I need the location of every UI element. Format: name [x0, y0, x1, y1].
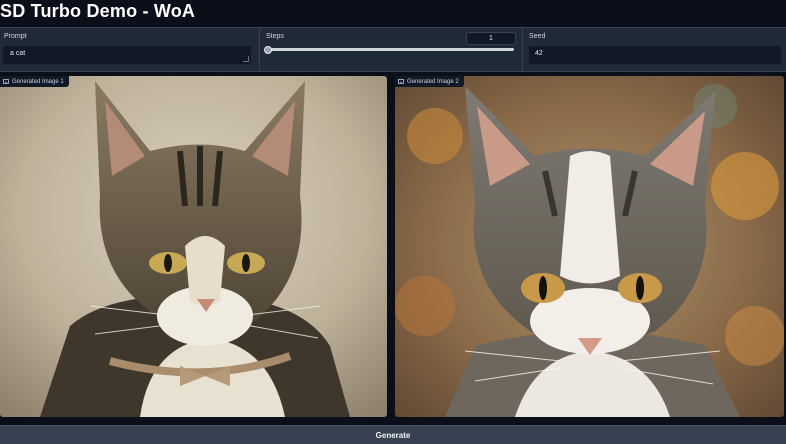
app-title: SD Turbo Demo - WoA: [0, 1, 196, 21]
generated-image-1: [0, 76, 387, 417]
generated-image-2: [395, 76, 784, 417]
steps-panel: Steps 1: [260, 28, 523, 71]
steps-number-input[interactable]: 1: [466, 32, 516, 45]
generated-image-1-label: Generated Image 1: [0, 76, 69, 87]
generated-image-2-label: Generated Image 2: [395, 76, 464, 87]
prompt-label: Prompt: [4, 33, 27, 40]
seed-label: Seed: [529, 33, 546, 40]
image-icon: [398, 79, 404, 84]
resize-grip-icon[interactable]: [243, 56, 249, 62]
title-bar: SD Turbo Demo - WoA: [0, 0, 786, 26]
prompt-panel: Prompt a cat: [0, 28, 260, 71]
generated-image-1-label-text: Generated Image 1: [12, 78, 64, 85]
generated-image-1-panel[interactable]: Generated Image 1: [0, 76, 387, 417]
generated-image-2-panel[interactable]: Generated Image 2: [395, 76, 784, 417]
steps-slider[interactable]: [264, 45, 514, 54]
prompt-input[interactable]: a cat: [2, 45, 252, 65]
steps-slider-thumb[interactable]: [264, 45, 272, 54]
seed-input[interactable]: 42: [528, 45, 782, 65]
generated-image-2-label-text: Generated Image 2: [407, 78, 459, 85]
controls-row: Prompt a cat Steps 1 Seed 42: [0, 27, 786, 72]
seed-panel: Seed 42: [523, 28, 786, 71]
image-icon: [3, 79, 9, 84]
prompt-value: a cat: [10, 50, 26, 57]
generate-button[interactable]: Generate: [0, 425, 786, 444]
steps-label: Steps: [266, 33, 284, 40]
